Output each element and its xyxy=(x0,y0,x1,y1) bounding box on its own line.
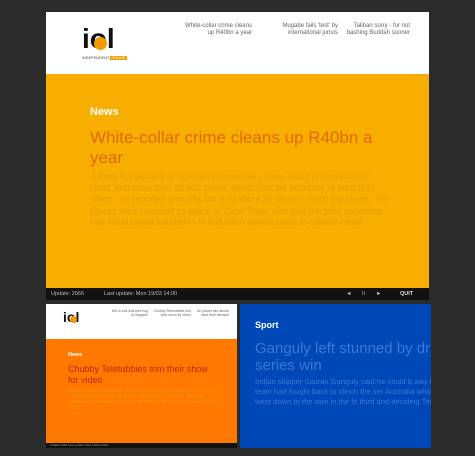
next-button[interactable]: ► xyxy=(376,288,381,300)
status-bar: Update 2666 Last update: Mon 19/03 14:00 xyxy=(46,443,237,448)
last-update: Last update: Mon 19/03 14:00 xyxy=(104,291,178,297)
section-label: News xyxy=(90,106,119,118)
headline-link[interactable]: White-collar crime cleans up R40bn a yea… xyxy=(182,23,252,37)
story-title: White-collar crime cleans up R40bn a yea… xyxy=(90,128,373,167)
headline-link[interactable]: UK plants dec above deal Emil debacle xyxy=(195,309,229,317)
header: iol Mb to tour that bed hug to Mugabe Ch… xyxy=(46,304,237,339)
story-title: Ganguly left stunned by dr series win xyxy=(255,340,431,374)
pause-button[interactable]: II xyxy=(362,288,365,300)
header: iol INDEPENDENT ONLINE White-collar crim… xyxy=(46,12,429,74)
section-label: News xyxy=(68,352,83,358)
headline-link[interactable]: Mb to tour that bed hug to Mugabe xyxy=(110,309,148,317)
story-title: Chubby Teletubbies trim their show for v… xyxy=(68,364,208,385)
quit-button[interactable]: QUIT xyxy=(400,288,413,300)
main-ticker-panel: iol INDEPENDENT ONLINE White-collar crim… xyxy=(46,12,429,300)
headline-link[interactable]: Chubby Teletubbies trim their show for v… xyxy=(153,309,191,317)
prev-button[interactable]: ◄ xyxy=(346,288,351,300)
logo-o-icon xyxy=(94,37,107,50)
headline-link[interactable]: Taliban sorry - for not bashing Buddah s… xyxy=(342,23,410,37)
logo-subtitle: INDEPENDENT ONLINE xyxy=(82,56,127,60)
status-bar: Update: 2666 Last update: Mon 19/03 14:0… xyxy=(46,288,429,300)
update-counter: Update: 2666 xyxy=(51,291,85,297)
ticker-panel-sport: Sport Ganguly left stunned by dr series … xyxy=(240,304,431,448)
story-body: Indian skipper Saurav Ganguly said he co… xyxy=(255,377,431,406)
story-body: Britain's chubby Teletubbies are to shri… xyxy=(68,388,217,410)
story-body: A mere 8,3 percent of reported commercia… xyxy=(90,171,390,227)
ticker-panel-small: iol Mb to tour that bed hug to Mugabe Ch… xyxy=(46,304,237,448)
status-text: Update 2666 Last update: Mon 19/03 14:00 xyxy=(50,443,108,447)
headline-link[interactable]: Mugabe fails 'test' by international jur… xyxy=(266,23,338,37)
section-label: Sport xyxy=(255,320,279,330)
logo-o-icon xyxy=(70,316,77,323)
